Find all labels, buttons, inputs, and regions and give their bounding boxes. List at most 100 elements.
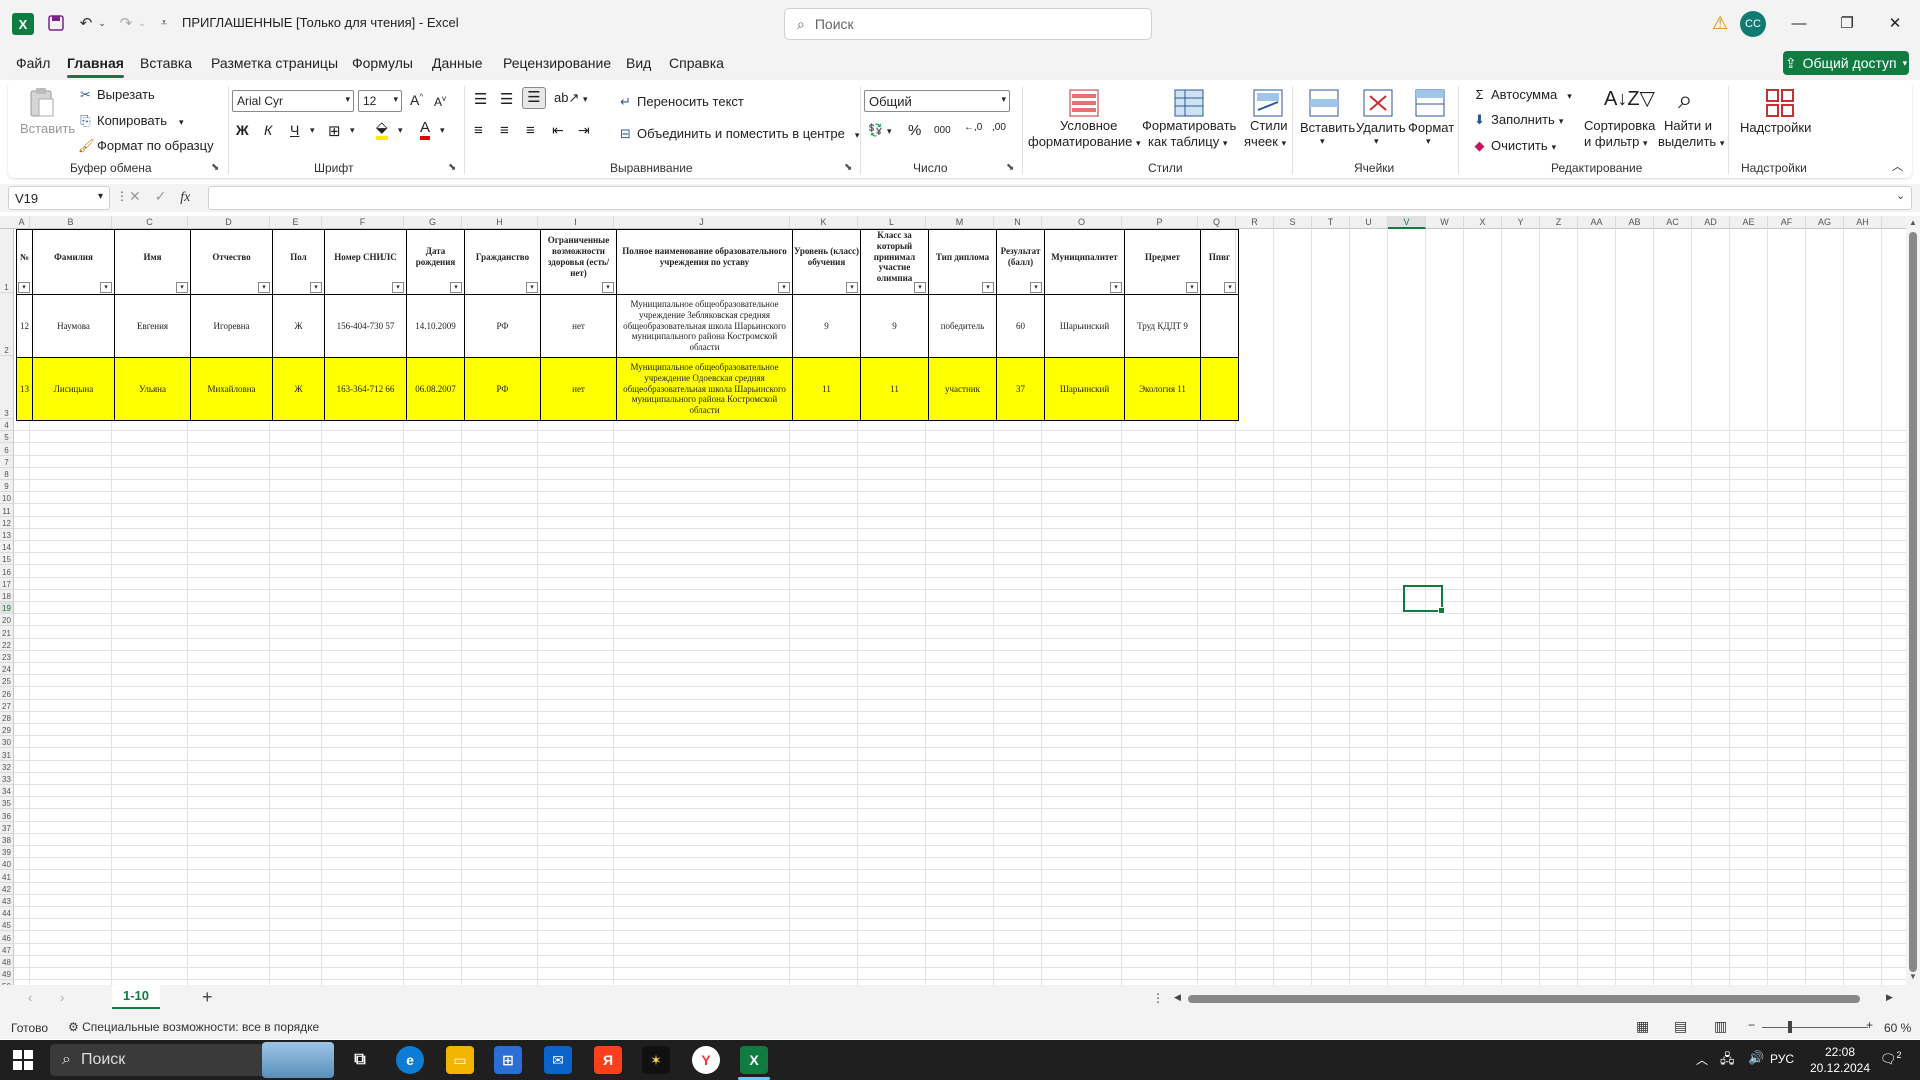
filter-dropdown-icon[interactable]: ▾: [450, 281, 462, 293]
filter-dropdown-icon[interactable]: ▾: [310, 281, 322, 293]
table-header-cell[interactable]: Гражданство ▾: [464, 229, 541, 295]
excel-taskbar-icon[interactable]: X: [740, 1046, 768, 1074]
store-icon[interactable]: ⊞: [494, 1046, 522, 1074]
filter-dropdown-icon[interactable]: ▾: [846, 281, 858, 293]
yandex-browser-icon[interactable]: Y: [692, 1046, 720, 1074]
minimize-button[interactable]: —: [1776, 10, 1822, 36]
table-cell[interactable]: Шарьинский: [1044, 356, 1125, 421]
next-sheet-icon[interactable]: ›: [60, 990, 64, 1005]
row-header[interactable]: 26: [0, 687, 14, 700]
network-icon[interactable]: 🖧: [1720, 1050, 1735, 1072]
decrease-decimal-icon[interactable]: ,00: [992, 122, 1006, 133]
tab-file[interactable]: Файл: [16, 55, 50, 71]
column-header[interactable]: D: [188, 216, 270, 229]
conditional-formatting-button[interactable]: Условное: [1060, 118, 1117, 134]
table-cell[interactable]: Игоревна: [190, 293, 273, 358]
customize-toolbar-icon[interactable]: ⩡: [156, 8, 172, 38]
vertical-scrollbar-thumb[interactable]: [1909, 232, 1917, 972]
column-header[interactable]: R: [1236, 216, 1274, 229]
column-header[interactable]: C: [112, 216, 188, 229]
table-cell[interactable]: 156-404-730 57: [324, 293, 407, 358]
borders-icon[interactable]: ⊞: [328, 122, 341, 140]
row-header[interactable]: 9: [0, 480, 14, 493]
cell-styles-button[interactable]: Стили: [1250, 118, 1287, 133]
filter-dropdown-icon[interactable]: ▾: [258, 281, 270, 293]
row-header[interactable]: 29: [0, 724, 14, 737]
merge-center-button[interactable]: ⊟ Объединить и поместить в центре ▾: [618, 126, 859, 142]
filter-dropdown-icon[interactable]: ▾: [778, 281, 790, 293]
decrease-font-icon[interactable]: Av: [434, 94, 446, 109]
row-header[interactable]: 13: [0, 528, 14, 541]
insert-function-icon[interactable]: fx: [180, 190, 190, 205]
scroll-right-icon[interactable]: ▶: [1886, 992, 1893, 1003]
tab-help[interactable]: Справка: [669, 55, 724, 71]
table-cell[interactable]: 9: [860, 293, 929, 358]
column-header[interactable]: AE: [1730, 216, 1768, 229]
bold-button[interactable]: Ж: [236, 122, 249, 138]
share-button[interactable]: ⇪ Общий доступ ▾: [1783, 51, 1909, 75]
increase-decimal-icon[interactable]: ←,0: [964, 122, 982, 133]
table-cell[interactable]: 9: [792, 293, 861, 358]
column-header[interactable]: S: [1274, 216, 1312, 229]
number-format-select[interactable]: Общий ▾: [864, 90, 1010, 112]
table-cell[interactable]: 06.08.2007: [406, 356, 465, 421]
table-header-cell[interactable]: Полное наименование образовательного учр…: [616, 229, 793, 295]
row-header[interactable]: 19: [0, 602, 14, 615]
filter-dropdown-icon[interactable]: ▾: [602, 281, 614, 293]
cut-button[interactable]: ✂ Вырезать: [78, 87, 155, 103]
formula-input[interactable]: [208, 186, 1912, 210]
table-cell[interactable]: 11: [792, 356, 861, 421]
table-cell[interactable]: Экология 11: [1124, 356, 1201, 421]
row-header[interactable]: 27: [0, 699, 14, 712]
page-layout-view-icon[interactable]: ▤: [1674, 1018, 1687, 1035]
column-header[interactable]: P: [1122, 216, 1198, 229]
column-header[interactable]: T: [1312, 216, 1350, 229]
language-indicator[interactable]: РУС: [1770, 1052, 1794, 1066]
column-header[interactable]: AH: [1844, 216, 1882, 229]
row-header[interactable]: 15: [0, 553, 14, 566]
table-cell[interactable]: 11: [860, 356, 929, 421]
column-header[interactable]: G: [404, 216, 462, 229]
insert-cells-button[interactable]: Вставить: [1300, 120, 1355, 135]
table-header-cell[interactable]: Муниципалитет ▾: [1044, 229, 1125, 295]
column-header[interactable]: Q: [1198, 216, 1236, 229]
column-header[interactable]: K: [790, 216, 858, 229]
row-header[interactable]: 43: [0, 894, 14, 907]
notifications-icon[interactable]: 🗨2: [1880, 1050, 1902, 1067]
tab-insert[interactable]: Вставка: [140, 55, 192, 71]
table-cell[interactable]: Ж: [272, 293, 325, 358]
row-header[interactable]: 45: [0, 919, 14, 932]
row-header[interactable]: 6: [0, 443, 14, 456]
row-header[interactable]: 33: [0, 772, 14, 785]
table-cell[interactable]: [1200, 293, 1239, 358]
column-header[interactable]: AF: [1768, 216, 1806, 229]
format-cells-button[interactable]: Формат: [1408, 120, 1454, 135]
more-options-icon[interactable]: ⋮: [116, 189, 128, 203]
table-cell[interactable]: Евгения: [114, 293, 191, 358]
horizontal-scrollbar-thumb[interactable]: [1188, 995, 1860, 1003]
column-header[interactable]: Z: [1540, 216, 1578, 229]
row-header[interactable]: 2: [0, 293, 14, 356]
sheet-options-icon[interactable]: ⋮: [1152, 991, 1164, 1005]
column-header[interactable]: B: [30, 216, 112, 229]
sheet-tab-active[interactable]: 1-10: [112, 985, 160, 1009]
insert-dropdown-icon[interactable]: ▾: [1320, 136, 1325, 147]
wrap-text-button[interactable]: ↵ Переносить текст: [618, 94, 744, 110]
table-cell[interactable]: нет: [540, 356, 617, 421]
tab-page-layout[interactable]: Разметка страницы: [211, 55, 338, 71]
percent-icon[interactable]: %: [908, 122, 921, 139]
table-cell[interactable]: [1200, 356, 1239, 421]
align-bottom-icon[interactable]: ☰: [522, 87, 546, 109]
fill-color-icon[interactable]: ⬙: [376, 120, 388, 140]
row-header[interactable]: 11: [0, 504, 14, 517]
enter-icon[interactable]: ✓: [155, 188, 167, 204]
tab-view[interactable]: Вид: [626, 55, 651, 71]
undo-icon[interactable]: ↶: [76, 8, 96, 38]
column-header[interactable]: N: [994, 216, 1042, 229]
borders-dropdown-icon[interactable]: ▾: [350, 125, 355, 136]
row-header[interactable]: 42: [0, 882, 14, 895]
align-left-icon[interactable]: ≡: [474, 122, 483, 139]
filter-dropdown-icon[interactable]: ▾: [982, 281, 994, 293]
row-header[interactable]: 21: [0, 626, 14, 639]
column-header[interactable]: AD: [1692, 216, 1730, 229]
